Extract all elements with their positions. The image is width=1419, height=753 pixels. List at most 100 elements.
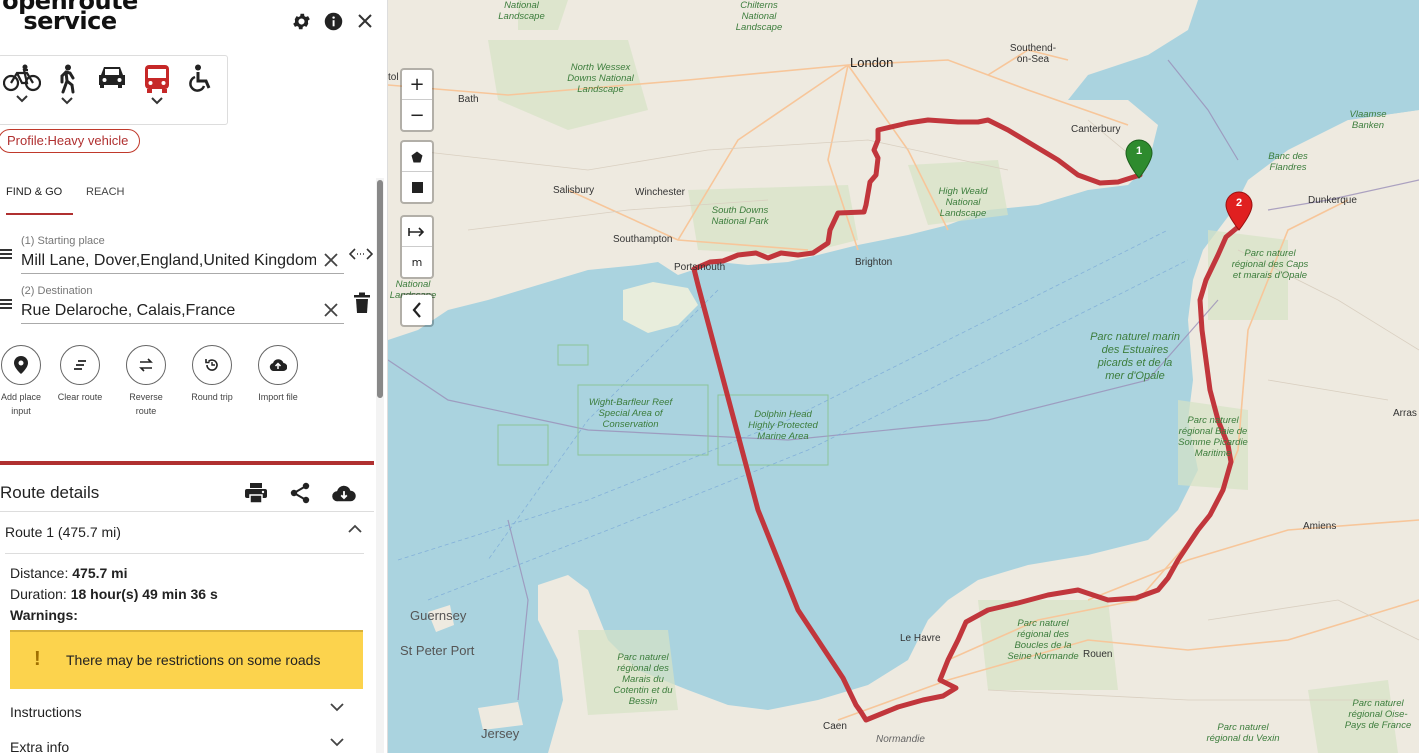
instructions-expander[interactable]: Instructions xyxy=(10,697,364,725)
instructions-label: Instructions xyxy=(10,704,82,720)
map-label-vlaamse-banken: Vlaamse Banken xyxy=(1349,109,1387,131)
profile-car-button[interactable] xyxy=(89,56,134,124)
import-file-icon xyxy=(269,359,287,372)
distance-row: Distance: 475.7 mi xyxy=(10,565,128,581)
warnings-row: Warnings: xyxy=(10,607,78,623)
profile-chip[interactable]: Profile:Heavy vehicle xyxy=(0,129,141,153)
divider xyxy=(5,553,364,554)
map-label-south-downs: South Downs National Park xyxy=(711,205,769,227)
warning-banner: ! There may be restrictions on some road… xyxy=(10,630,363,689)
route-1-label: Route 1 (475.7 mi) xyxy=(5,524,121,540)
square-icon xyxy=(411,181,423,193)
route-details-actions xyxy=(244,481,356,505)
map-label-national-landscape-north: National Landscape xyxy=(498,0,545,22)
info-icon[interactable] xyxy=(321,9,345,33)
clear-input-icon[interactable] xyxy=(322,301,342,321)
map-label-parc-seine: Parc naturel régional des Boucles de la … xyxy=(1007,618,1079,662)
map-label-bath: Bath xyxy=(458,94,479,105)
place-label: (2) Destination xyxy=(21,285,93,297)
print-icon[interactable] xyxy=(244,481,268,505)
car-icon xyxy=(98,67,125,88)
profile-walking-button[interactable] xyxy=(44,56,89,124)
clear-input-icon[interactable] xyxy=(322,251,342,271)
map-label-bristol: tol xyxy=(388,72,399,83)
action-label: Add place xyxy=(0,392,42,402)
map-label-parc-caps: Parc naturel régional des Caps et marais… xyxy=(1231,248,1309,281)
bicycle-icon xyxy=(2,64,41,92)
extra-info-expander[interactable]: Extra info xyxy=(10,732,364,753)
duration-value: 18 hour(s) 49 min 36 s xyxy=(70,586,218,602)
route-1-header[interactable]: Route 1 (475.7 mi) xyxy=(0,512,364,553)
collapse-sidebar-button[interactable] xyxy=(402,295,432,325)
drag-handle-icon[interactable] xyxy=(0,249,12,261)
map-label-dunkerque: Dunkerque xyxy=(1308,195,1357,206)
bus-icon xyxy=(144,65,169,93)
trash-icon[interactable] xyxy=(353,292,371,314)
clear-route-button[interactable]: Clear route xyxy=(47,345,113,404)
map-label-banc-des-flandres: Banc des Flandres xyxy=(1268,151,1308,173)
tab-reach[interactable]: REACH xyxy=(86,170,125,215)
map-marker-destination[interactable]: 2 xyxy=(1224,191,1254,231)
import-file-button[interactable]: Import file xyxy=(245,345,311,404)
tab-find-and-go[interactable]: FIND & GO xyxy=(6,170,73,215)
collapse-control xyxy=(400,293,434,327)
extra-info-label: Extra info xyxy=(10,739,70,753)
map-canvas[interactable]: London Canterbury Southend-on-Sea Bath t… xyxy=(388,0,1419,753)
draw-rectangle-button[interactable] xyxy=(402,172,432,202)
destination-input[interactable] xyxy=(21,299,344,324)
map-label-southampton: Southampton xyxy=(613,234,673,245)
profile-heavy-vehicle-button[interactable] xyxy=(134,56,179,124)
distance-value: 475.7 mi xyxy=(72,565,128,581)
map-label-dolphin-head: Dolphin Head Highly Protected Marine Are… xyxy=(748,409,818,442)
map-label-parc-baie-somme: Parc naturel régional Baie de Somme Pica… xyxy=(1178,415,1248,459)
map-label-london: London xyxy=(850,55,894,70)
warning-icon: ! xyxy=(34,648,41,670)
sidebar-scrollbar-thumb[interactable] xyxy=(377,180,383,398)
place-row-start: (1) Starting place xyxy=(0,229,374,277)
chevron-down-icon xyxy=(15,95,28,103)
measure-button[interactable] xyxy=(402,217,432,247)
zoom-in-button[interactable]: + xyxy=(402,70,432,100)
action-label: Round trip xyxy=(191,392,233,402)
chevron-left-icon xyxy=(412,302,421,318)
map-label-brighton: Brighton xyxy=(855,257,893,268)
measure-arrow-icon xyxy=(408,226,425,237)
chevron-down-icon xyxy=(150,97,163,105)
round-trip-button[interactable]: Round trip xyxy=(179,345,245,404)
starting-place-input[interactable] xyxy=(21,249,344,274)
chevron-down-icon xyxy=(330,703,344,712)
measure-unit[interactable]: m xyxy=(402,247,432,277)
zoom-out-button[interactable]: − xyxy=(402,100,432,130)
action-label: Reverse xyxy=(129,392,163,402)
route-details-panel: Route details Route 1 (475.7 mi) Distanc… xyxy=(0,461,374,753)
measure-control: m xyxy=(400,215,434,279)
swap-places-icon[interactable] xyxy=(348,244,374,264)
profile-wheelchair-button[interactable] xyxy=(179,56,224,124)
download-icon[interactable] xyxy=(332,481,356,505)
chevron-up-icon xyxy=(348,524,362,533)
map-label-salisbury: Salisbury xyxy=(553,185,595,196)
add-place-button[interactable]: Add place input xyxy=(0,345,54,418)
close-icon[interactable] xyxy=(353,9,377,33)
reverse-route-button[interactable]: Reverse route xyxy=(113,345,179,418)
share-icon[interactable] xyxy=(288,481,312,505)
profile-cycling-button[interactable] xyxy=(0,56,44,124)
map-label-jersey: Jersey xyxy=(481,726,520,741)
app-root: openroute service Profile:Heavy vehicle … xyxy=(0,0,1419,753)
gear-icon[interactable] xyxy=(289,9,313,33)
map-label-amiens: Amiens xyxy=(1303,521,1337,532)
map-label-winchester: Winchester xyxy=(635,187,686,198)
map-marker-start[interactable]: 1 xyxy=(1124,139,1154,179)
action-label: route xyxy=(135,406,157,416)
map-label-southend: Southend-on-Sea xyxy=(1009,43,1057,65)
tab-bar: FIND & GO REACH xyxy=(0,170,374,216)
drag-handle-icon[interactable] xyxy=(0,299,12,311)
add-place-icon xyxy=(14,356,28,374)
duration-label: Duration: xyxy=(10,586,67,602)
draw-polygon-button[interactable] xyxy=(402,142,432,172)
zoom-control: + − xyxy=(400,68,434,132)
header-actions xyxy=(289,9,377,33)
map-label-north-wessex: North Wessex Downs National Landscape xyxy=(567,62,634,95)
map-label-parc-vexin: Parc naturel régional du Vexin xyxy=(1206,722,1280,744)
marker-number: 1 xyxy=(1135,145,1143,157)
